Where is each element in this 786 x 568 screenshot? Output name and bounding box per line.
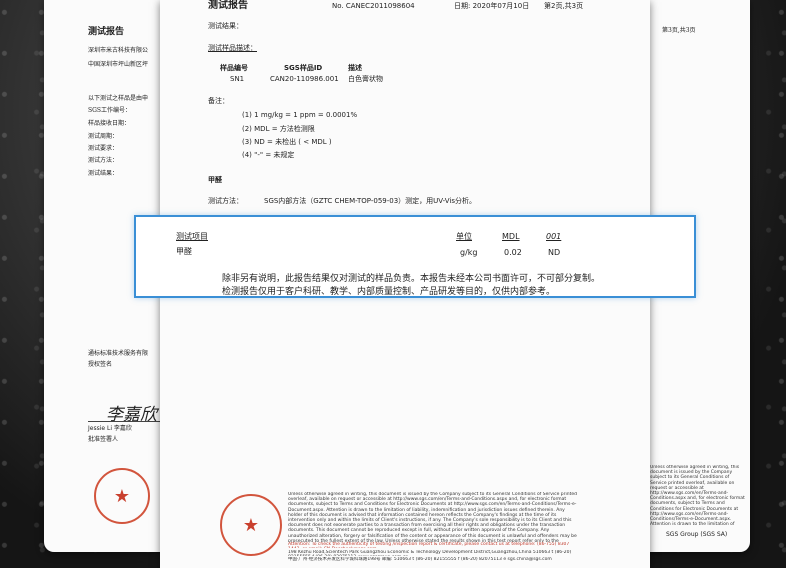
signer-name: Jessie Li 李嘉欣 xyxy=(88,425,132,432)
left-info-line: 测试要求： xyxy=(88,145,119,152)
left-info-line: 测试结果： xyxy=(88,170,119,177)
signer-role: 批准签署人 xyxy=(88,436,119,443)
left-company-line: 深圳市米古科技有限公 xyxy=(88,47,149,54)
sgs-seal-icon: ★ xyxy=(220,494,282,556)
note-item: (1) 1 mg/kg = 1 ppm = 0.0001% xyxy=(242,111,358,119)
sample-cell: CAN20-110986.001 xyxy=(270,75,339,83)
sample-cell: SN1 xyxy=(230,75,245,83)
results-label: 测试结果： xyxy=(208,22,243,30)
right-fine-print: Unless otherwise agreed in writing, this… xyxy=(650,465,745,525)
left-footer-line: 通标标准技术服务有限 xyxy=(88,350,149,357)
callout-cell-unit: g/kg xyxy=(460,248,478,257)
left-page-title: 测试报告 xyxy=(88,27,125,37)
sample-desc-label: 测试样品描述： xyxy=(208,44,257,52)
callout-note: 检测报告仅用于客户科研、教学、内部质量控制、产品研发等目的，仅供内部参考。 xyxy=(222,287,556,297)
note-item: (4) "-" = 未规定 xyxy=(242,151,295,159)
sample-cell: 白色膏状物 xyxy=(348,75,383,83)
callout-cell-mdl: 0.02 xyxy=(504,248,522,257)
sample-header: SGS样品ID xyxy=(284,64,323,72)
left-info-line: 测试周期： xyxy=(88,133,119,140)
right-seal-footer: SGS Group (SGS SA) xyxy=(666,531,728,538)
left-info-line: 以下测试之样品是由申 xyxy=(88,95,149,102)
method-label: 测试方法： xyxy=(208,197,243,205)
page-title: 测试报告 xyxy=(208,0,248,11)
report-date: 日期: 2020年07月10日 xyxy=(454,2,530,10)
company-seal-icon: ★ xyxy=(94,468,150,524)
left-footer-line: 授权签名 xyxy=(88,361,113,368)
callout-cell-item: 甲醛 xyxy=(176,247,192,256)
sample-header: 描述 xyxy=(348,64,362,72)
page-number: 第2页,共3页 xyxy=(544,2,584,10)
address-chinese: 中国·广州·经济技术开发区科学城科珠路198号 邮编: 510663 t (86… xyxy=(288,557,552,562)
method-text: SGS内部方法（GZTC CHEM-TOP-059-03）测定，用UV-Vis分… xyxy=(264,197,477,205)
report-number: No. CANEC2011098604 xyxy=(332,2,415,10)
right-page-number: 第3页,共3页 xyxy=(662,27,696,34)
callout-header-sample: 001 xyxy=(546,232,562,241)
terms-fine-print: Unless otherwise agreed in writing, this… xyxy=(288,492,578,542)
left-info-line: 样品接收日期： xyxy=(88,120,131,127)
callout-header-mdl: MDL xyxy=(502,232,520,241)
callout-header-unit: 单位 xyxy=(456,232,472,241)
authenticity-notice: Attention: To check the authenticity of … xyxy=(288,542,570,548)
left-address-line: 中国深圳市坪山新区坪 xyxy=(88,61,149,68)
left-info-line: 测试方法： xyxy=(88,157,119,164)
callout-header-item: 测试项目 xyxy=(176,232,208,241)
sample-header: 样品编号 xyxy=(220,64,248,72)
note-item: (2) MDL = 方法检测限 xyxy=(242,125,315,133)
notes-label: 备注： xyxy=(208,97,229,105)
note-item: (3) ND = 未检出 ( < MDL ) xyxy=(242,138,332,146)
callout-note: 除非另有说明，此报告结果仅对测试的样品负责。本报告未经本公司书面许可，不可部分复… xyxy=(222,274,601,284)
callout-cell-result: ND xyxy=(548,248,561,257)
left-info-line: SGS工作编号： xyxy=(88,107,132,114)
results-callout: 测试项目 单位 MDL 001 甲醛 g/kg 0.02 ND 除非另有说明，此… xyxy=(134,215,696,298)
address-english: 198 Kezhu Road,Scientech Park Guangzhou … xyxy=(288,550,572,556)
section-title: 甲醛 xyxy=(208,175,222,184)
